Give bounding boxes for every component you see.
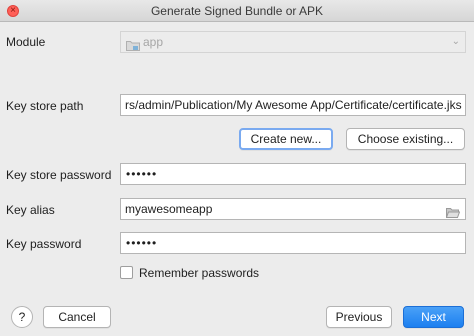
key-store-password-label: Key store password	[6, 168, 112, 182]
choose-existing-button[interactable]: Choose existing...	[346, 128, 465, 150]
key-store-path-label: Key store path	[6, 99, 84, 113]
key-store-password-field[interactable]: ••••••	[120, 163, 466, 185]
key-store-path-field[interactable]: rs/admin/Publication/My Awesome App/Cert…	[120, 94, 466, 116]
module-select: app ⌄	[120, 31, 466, 53]
key-store-path-value: rs/admin/Publication/My Awesome App/Cert…	[125, 98, 462, 112]
key-alias-field[interactable]: myawesomeapp	[120, 198, 466, 220]
module-value: app	[143, 35, 164, 49]
key-password-value: ••••••	[126, 236, 158, 250]
next-button[interactable]: Next	[403, 306, 464, 328]
remember-passwords-label: Remember passwords	[139, 266, 260, 280]
cancel-button[interactable]: Cancel	[43, 306, 111, 328]
chevron-down-icon: ⌄	[451, 36, 460, 47]
previous-button[interactable]: Previous	[326, 306, 392, 328]
help-button[interactable]: ?	[11, 306, 33, 328]
module-label: Module	[6, 35, 46, 49]
window-title: Generate Signed Bundle or APK	[150, 4, 324, 18]
folder-open-icon[interactable]	[445, 204, 461, 219]
key-store-password-value: ••••••	[126, 167, 158, 181]
remember-passwords-checkbox[interactable]	[120, 266, 133, 279]
key-password-field[interactable]: ••••••	[120, 232, 466, 254]
create-new-button[interactable]: Create new...	[239, 128, 333, 150]
window-titlebar: × Generate Signed Bundle or APK	[0, 0, 474, 22]
key-alias-value: myawesomeapp	[125, 202, 213, 216]
folder-icon	[126, 37, 140, 57]
key-alias-label: Key alias	[6, 203, 55, 217]
key-password-label: Key password	[6, 237, 82, 251]
